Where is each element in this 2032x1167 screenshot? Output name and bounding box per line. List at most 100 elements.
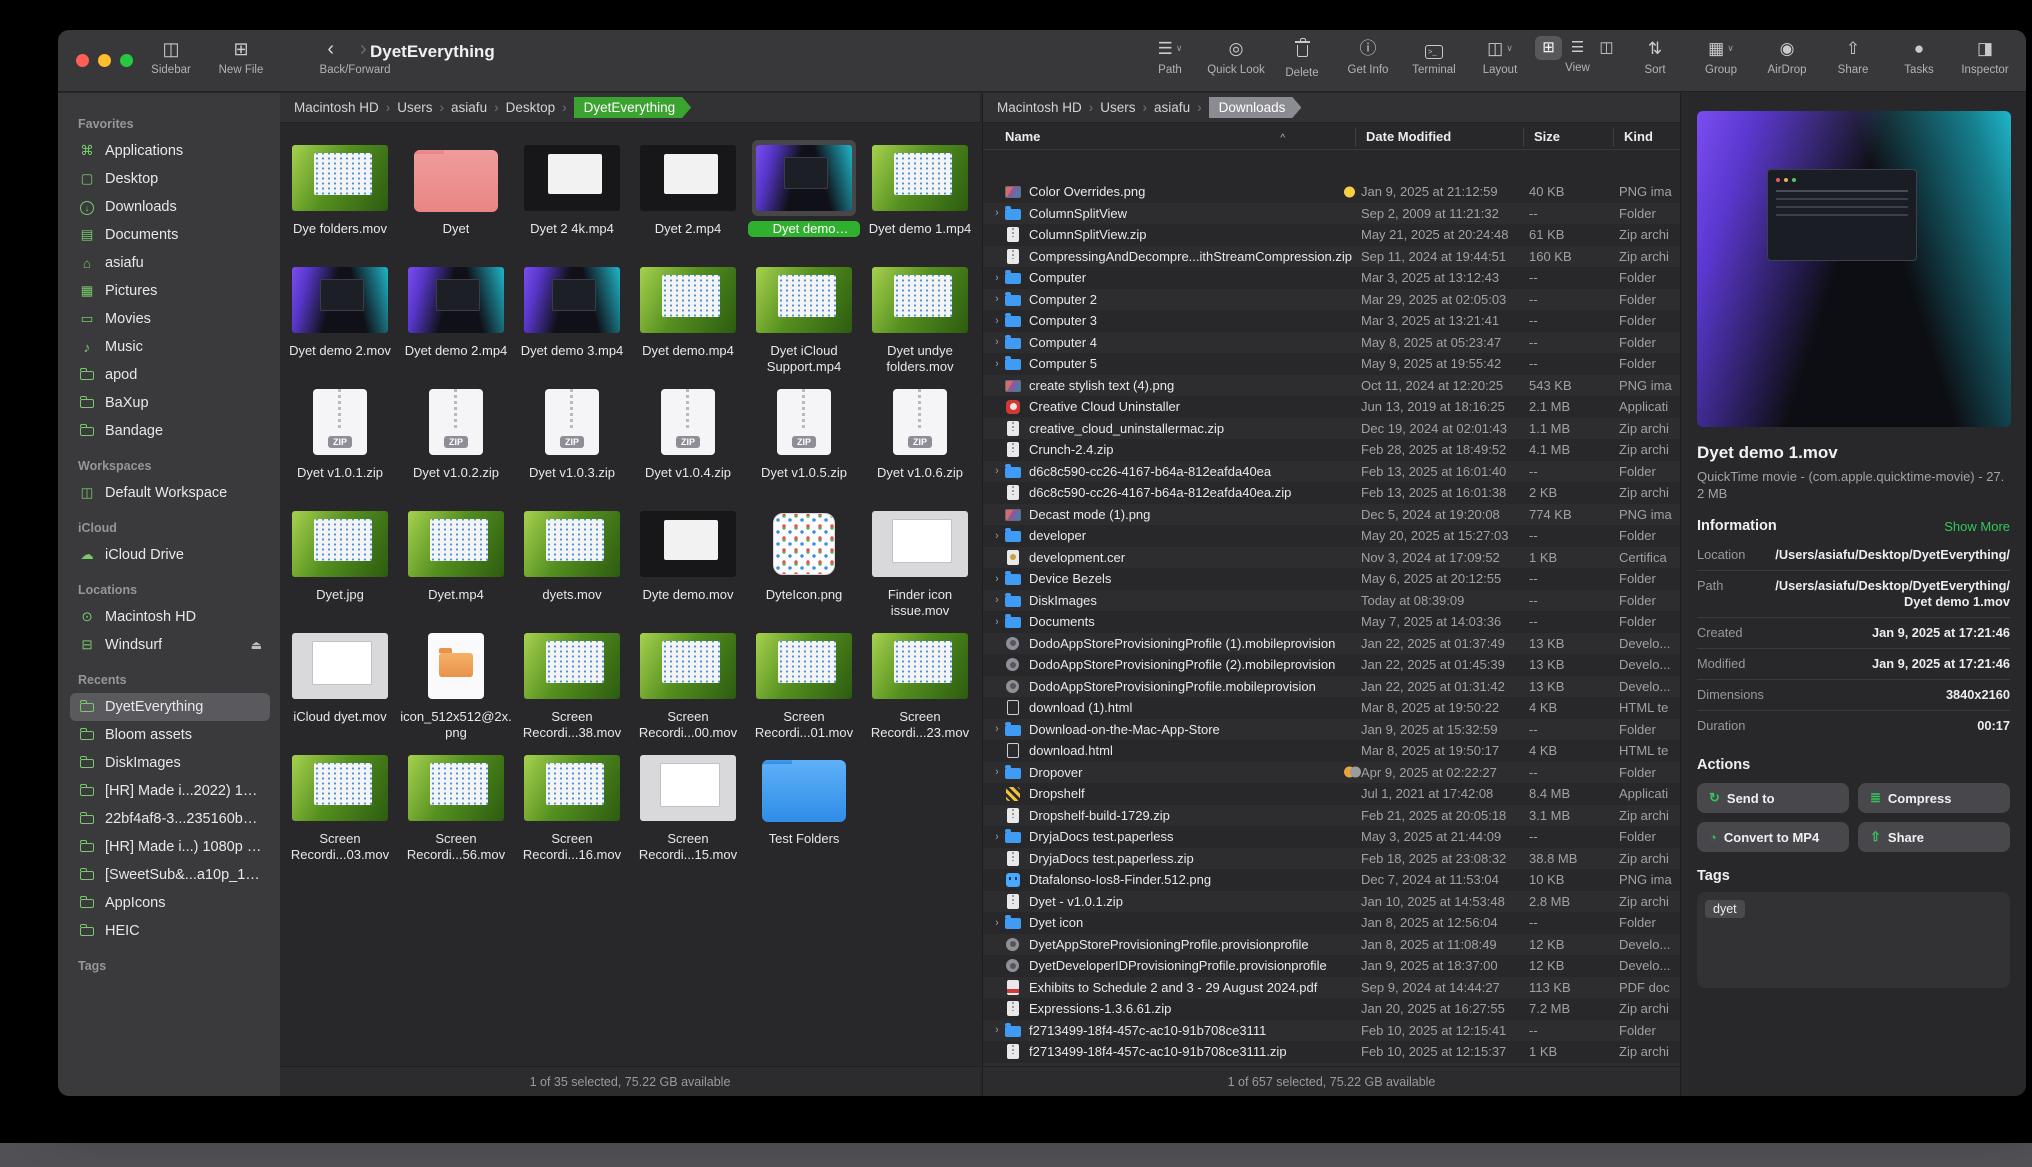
- file-list-row[interactable]: › f2713499-18f4-457c-ac10-91b708ce3111.z…: [983, 1041, 1680, 1063]
- grid-file-item[interactable]: Dyet demo 1.mov: [746, 140, 862, 262]
- sidebar-item[interactable]: DyetEverything: [70, 693, 270, 721]
- disclosure-icon[interactable]: ›: [989, 594, 1005, 606]
- disclosure-icon[interactable]: ›: [989, 917, 1005, 929]
- disclosure-icon[interactable]: ›: [989, 723, 1005, 735]
- zoom-button[interactable]: [120, 54, 133, 67]
- view-segment-list[interactable]: ☰: [1564, 36, 1591, 60]
- disclosure-icon[interactable]: ›: [989, 358, 1005, 370]
- disclosure-icon[interactable]: ›: [989, 465, 1005, 477]
- grid-file-item[interactable]: Dyet.mp4: [398, 506, 514, 628]
- column-header-name[interactable]: Name^: [983, 128, 1355, 146]
- sidebar-toggle-button[interactable]: ◫ Sidebar: [136, 36, 206, 76]
- toolbar-button[interactable]: ⓘ Get Info: [1337, 36, 1399, 76]
- disclosure-icon[interactable]: ›: [989, 315, 1005, 327]
- toolbar-button[interactable]: ◉ AirDrop: [1756, 36, 1818, 76]
- file-list-row[interactable]: › DryjaDocs test.paperless May 3, 2025 a…: [983, 826, 1680, 848]
- disclosure-icon[interactable]: ›: [989, 831, 1005, 843]
- grid-file-item[interactable]: Dye folders.mov: [282, 140, 398, 262]
- sidebar-item[interactable]: ↓ Downloads: [70, 193, 270, 221]
- sidebar-item[interactable]: ▦ Pictures: [70, 277, 270, 305]
- file-list-row[interactable]: › Expressions-1.3.6.61.zip Jan 20, 2025 …: [983, 998, 1680, 1020]
- sidebar-item[interactable]: ◫ Default Workspace: [70, 479, 270, 507]
- toolbar-button[interactable]: ⇧ Share: [1822, 36, 1884, 76]
- toolbar-button[interactable]: ◎ Quick Look: [1205, 36, 1267, 76]
- file-list-row[interactable]: › ColumnSplitView.zip May 21, 2025 at 20…: [983, 224, 1680, 246]
- file-list-row[interactable]: › download.html Mar 8, 2025 at 19:50:17 …: [983, 740, 1680, 762]
- grid-file-item[interactable]: DyteIcon.png: [746, 506, 862, 628]
- grid-file-item[interactable]: Dyet 2.mp4: [630, 140, 746, 262]
- sidebar-item[interactable]: AppIcons: [70, 889, 270, 917]
- grid-file-item[interactable]: Dyet v1.0.6.zip: [862, 384, 978, 506]
- file-list-row[interactable]: › Computer 5 May 9, 2025 at 19:55:42 -- …: [983, 353, 1680, 375]
- file-list-row[interactable]: › ColumnSplitView Sep 2, 2009 at 11:21:3…: [983, 203, 1680, 225]
- grid-file-item[interactable]: Dyte demo.mov: [630, 506, 746, 628]
- action-button[interactable]: ≣ Compress: [1858, 783, 2010, 813]
- toolbar-button[interactable]: ⊞☰◫ View: [1535, 36, 1620, 74]
- action-button[interactable]: ↻ Send to: [1697, 783, 1849, 813]
- sidebar-item[interactable]: apod: [70, 361, 270, 389]
- toolbar-button[interactable]: Delete: [1271, 36, 1333, 79]
- action-button[interactable]: ⇧ Share: [1858, 822, 2010, 852]
- disclosure-icon[interactable]: ›: [989, 207, 1005, 219]
- breadcrumb-item[interactable]: Macintosh HD: [294, 100, 397, 115]
- disclosure-icon[interactable]: ›: [989, 766, 1005, 778]
- sidebar-item[interactable]: 22bf4af8-3...235160b233: [70, 805, 270, 833]
- toolbar-button[interactable]: >_ Terminal: [1403, 36, 1465, 76]
- tag-chip[interactable]: dyet: [1705, 900, 1745, 918]
- file-list-row[interactable]: › DodoAppStoreProvisioningProfile (2).mo…: [983, 654, 1680, 676]
- file-list-row[interactable]: › Dyet icon Jan 8, 2025 at 12:56:04 -- F…: [983, 912, 1680, 934]
- view-segment-grid[interactable]: ⊞: [1535, 36, 1562, 60]
- grid-file-item[interactable]: Dyet.jpg: [282, 506, 398, 628]
- grid-file-item[interactable]: Dyet demo 3.mp4: [514, 262, 630, 384]
- disclosure-icon[interactable]: ›: [989, 272, 1005, 284]
- sidebar-item[interactable]: BaXup: [70, 389, 270, 417]
- file-list-row[interactable]: › Computer Mar 3, 2025 at 13:12:43 -- Fo…: [983, 267, 1680, 289]
- sidebar-item[interactable]: ⌂ asiafu: [70, 249, 270, 277]
- grid-file-item[interactable]: Test Folders: [746, 750, 862, 872]
- sidebar-item[interactable]: Bloom assets: [70, 721, 270, 749]
- back-icon[interactable]: ‹: [327, 38, 360, 60]
- sidebar-item[interactable]: ♪ Music: [70, 333, 270, 361]
- disclosure-icon[interactable]: ›: [989, 336, 1005, 348]
- file-list-row[interactable]: › Dropshelf-build-1729.zip Feb 21, 2025 …: [983, 805, 1680, 827]
- disclosure-icon[interactable]: ›: [989, 616, 1005, 628]
- file-list-row[interactable]: › Dropover Apr 9, 2025 at 02:22:27 -- Fo…: [983, 762, 1680, 784]
- grid-file-item[interactable]: Dyet demo 2.mp4: [398, 262, 514, 384]
- grid-file-item[interactable]: Dyet v1.0.2.zip: [398, 384, 514, 506]
- file-list-row[interactable]: › Device Bezels May 6, 2025 at 20:12:55 …: [983, 568, 1680, 590]
- breadcrumb-active-chip[interactable]: Downloads: [1209, 97, 1302, 118]
- file-list-row[interactable]: › f2713499-18f4-457c-ac10-91b708ce3111 F…: [983, 1020, 1680, 1042]
- grid-file-item[interactable]: Screen Recordi...00.mov: [630, 628, 746, 750]
- sidebar-item[interactable]: ▤ Documents: [70, 221, 270, 249]
- grid-file-item[interactable]: Screen Recordi...56.mov: [398, 750, 514, 872]
- grid-file-item[interactable]: Dyet v1.0.5.zip: [746, 384, 862, 506]
- file-list-row[interactable]: › developer May 20, 2025 at 15:27:03 -- …: [983, 525, 1680, 547]
- file-list-row[interactable]: › d6c8c590-cc26-4167-b64a-812eafda40ea F…: [983, 461, 1680, 483]
- minimize-button[interactable]: [98, 54, 111, 67]
- grid-file-item[interactable]: Screen Recordi...38.mov: [514, 628, 630, 750]
- disclosure-icon[interactable]: ›: [989, 1024, 1005, 1036]
- toolbar-button[interactable]: ⇅ Sort: [1624, 36, 1686, 76]
- file-list-row[interactable]: › Exhibits to Schedule 2 and 3 - 29 Augu…: [983, 977, 1680, 999]
- file-list-row[interactable]: › download (1).html Mar 8, 2025 at 19:50…: [983, 697, 1680, 719]
- sidebar-item[interactable]: ⊙ Macintosh HD: [70, 603, 270, 631]
- column-header-size[interactable]: Size: [1523, 128, 1613, 146]
- new-file-button[interactable]: ⊞ New File: [206, 36, 276, 76]
- breadcrumb-item[interactable]: asiafu: [451, 100, 506, 115]
- toolbar-button[interactable]: ☰∨ Path: [1139, 36, 1201, 76]
- file-list-row[interactable]: › Dtafalonso-Ios8-Finder.512.png Dec 7, …: [983, 869, 1680, 891]
- grid-file-item[interactable]: Dyet demo 1.mp4: [862, 140, 978, 262]
- disclosure-icon[interactable]: ›: [989, 530, 1005, 542]
- sidebar-item[interactable]: ⌘ Applications: [70, 137, 270, 165]
- file-list-row[interactable]: › Color Overrides.png Jan 9, 2025 at 21:…: [983, 181, 1680, 203]
- file-list-row[interactable]: › DyetDeveloperIDProvisioningProfile.pro…: [983, 955, 1680, 977]
- tags-box[interactable]: dyet: [1697, 892, 2010, 988]
- grid-file-item[interactable]: dyets.mov: [514, 506, 630, 628]
- grid-file-item[interactable]: Dyet 2 4k.mp4: [514, 140, 630, 262]
- file-list-row[interactable]: › Computer 2 Mar 29, 2025 at 02:05:03 --…: [983, 289, 1680, 311]
- grid-file-item[interactable]: Dyet v1.0.3.zip: [514, 384, 630, 506]
- file-list-row[interactable]: › Decast mode (1).png Dec 5, 2024 at 19:…: [983, 504, 1680, 526]
- grid-file-item[interactable]: Dyet undye folders.mov: [862, 262, 978, 384]
- sidebar-item[interactable]: ▭ Movies: [70, 305, 270, 333]
- file-list-row[interactable]: › DryjaDocs test.paperless.zip Feb 18, 2…: [983, 848, 1680, 870]
